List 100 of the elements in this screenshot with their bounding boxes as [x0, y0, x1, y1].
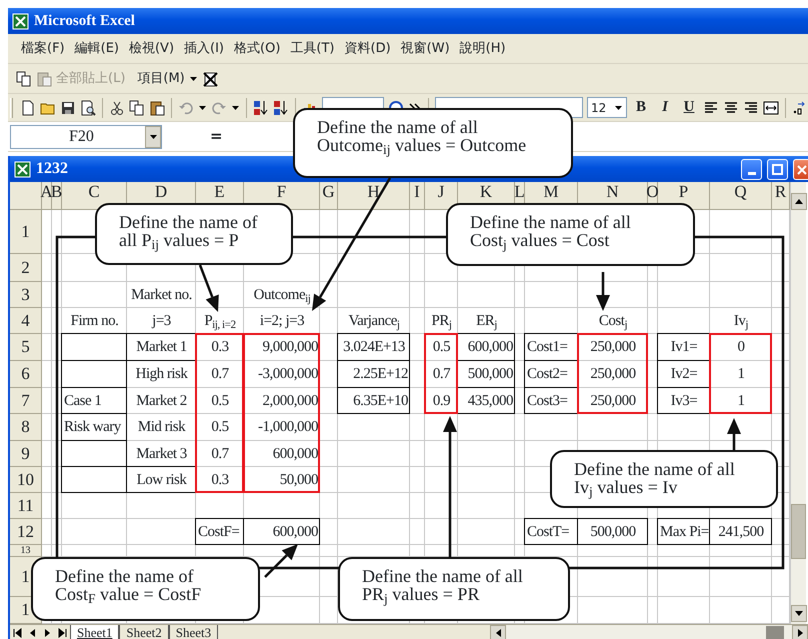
arrow: [264, 544, 298, 578]
cell-value: 250,000: [590, 365, 636, 384]
column-header[interactable]: G: [320, 182, 338, 210]
menu-item[interactable]: 插入(I): [179, 38, 230, 58]
column-header[interactable]: H: [338, 182, 410, 210]
scroll-thumb[interactable]: [791, 504, 806, 559]
cell-value: 500,000: [590, 522, 636, 542]
row-header[interactable]: 13: [10, 545, 42, 557]
scroll-right-button[interactable]: [792, 625, 808, 639]
align-center-icon[interactable]: [723, 100, 739, 116]
cell-value: CostF=: [198, 522, 240, 542]
cell-value: 6.35E+10: [353, 392, 408, 411]
paste-icon[interactable]: [149, 100, 165, 116]
cell-value: 250,000: [590, 392, 636, 411]
clear-clipboard-icon[interactable]: [202, 70, 218, 86]
cell-value: 3.024E+13: [343, 338, 405, 358]
column-header[interactable]: A: [42, 182, 52, 210]
minimize-button[interactable]: [741, 158, 762, 180]
copy-icon[interactable]: [16, 70, 32, 86]
cut-icon[interactable]: [109, 100, 125, 116]
close-button[interactable]: [793, 158, 808, 180]
menu-item[interactable]: 說明(H): [454, 38, 511, 58]
cell-value: 250,000: [590, 338, 636, 358]
cell-value: j=3: [152, 312, 171, 331]
row-header[interactable]: 3: [10, 282, 42, 308]
menu-item[interactable]: 編輯(E): [70, 38, 124, 58]
close-icon: [796, 164, 806, 174]
name-box[interactable]: F20: [10, 124, 162, 148]
menu-item[interactable]: 檢視(V): [124, 38, 180, 58]
print-preview-icon[interactable]: [80, 100, 96, 116]
cell-value: Cost1=: [527, 338, 568, 358]
menu-item[interactable]: 視窗(W): [396, 38, 455, 58]
italic-button[interactable]: I: [655, 97, 675, 118]
sort-descending-icon[interactable]: [273, 100, 289, 116]
scroll-left-button[interactable]: [490, 625, 506, 639]
save-icon[interactable]: [60, 100, 76, 116]
merge-center-icon[interactable]: [763, 100, 779, 116]
cell-value: 0.5: [211, 392, 229, 411]
copy-icon[interactable]: [129, 100, 145, 116]
row-header[interactable]: 1: [10, 210, 42, 254]
cell-value: Iv2=: [670, 365, 698, 384]
cell-value: Cost3=: [527, 392, 568, 411]
column-header[interactable]: B: [52, 182, 62, 210]
cell-value: Iv$_{j}$: [734, 312, 748, 332]
caret-icon[interactable]: [231, 104, 240, 112]
minimize-icon: [748, 172, 756, 174]
workbook-title: 1232: [36, 159, 69, 179]
row-header[interactable]: 7: [10, 388, 42, 414]
scroll-up-button[interactable]: [791, 193, 807, 210]
align-right-icon[interactable]: [743, 100, 759, 116]
menu-item[interactable]: 工具(T): [285, 38, 340, 58]
cell-value: 600,000: [272, 522, 318, 542]
column-header[interactable]: Q: [710, 182, 772, 210]
caret-icon[interactable]: [198, 104, 207, 112]
row-header[interactable]: 5: [10, 334, 42, 361]
column-header[interactable]: I: [410, 182, 425, 210]
sheet-tab[interactable]: Sheet2: [119, 625, 169, 639]
caret-icon: [148, 132, 158, 140]
row-header[interactable]: 9: [10, 441, 42, 467]
column-header[interactable]: J: [425, 182, 458, 210]
cell-value: 1: [738, 365, 744, 384]
cell-value: Market no.: [131, 286, 192, 305]
cell-value: Max Pi=: [660, 522, 709, 542]
row-header[interactable]: 4: [10, 308, 42, 334]
scroll-thumb[interactable]: [766, 626, 784, 639]
bold-button[interactable]: B: [631, 97, 651, 118]
row-header[interactable]: 11: [10, 493, 42, 519]
app-icon: [12, 12, 29, 30]
menu-item[interactable]: 資料(D): [340, 38, 396, 58]
right-arrow-icon: [796, 628, 804, 638]
menu-item[interactable]: 格式(O): [229, 38, 286, 58]
vertical-scrollbar[interactable]: [790, 182, 806, 624]
new-file-icon[interactable]: [20, 100, 36, 116]
row-header[interactable]: 12: [10, 519, 42, 545]
arrow: [596, 272, 610, 311]
horizontal-scrollbar[interactable]: [490, 625, 808, 639]
sheet-tab[interactable]: Sheet3: [168, 625, 218, 639]
row-header[interactable]: 6: [10, 361, 42, 388]
down-arrow-icon: [794, 609, 804, 618]
scroll-down-button[interactable]: [791, 605, 807, 622]
cell-value: 2,000,000: [262, 392, 318, 411]
maximize-button[interactable]: [767, 158, 788, 180]
callout-text: Define the name of Cost$_{F}$ value = CostF: [55, 567, 202, 603]
align-left-icon[interactable]: [703, 100, 719, 116]
sheet-tab[interactable]: Sheet1: [70, 625, 120, 639]
underline-button[interactable]: U: [679, 97, 699, 118]
cell-value: 0: [738, 338, 744, 358]
cell-value: Mid risk: [138, 418, 186, 438]
menu-item[interactable]: 檔案(F): [16, 38, 70, 58]
row-header[interactable]: 2: [10, 254, 42, 282]
first-sheet-icon: [13, 628, 22, 638]
column-header[interactable]: R: [772, 182, 790, 210]
column-header[interactable]: C: [62, 182, 127, 210]
cell-value: Firm no.: [70, 312, 118, 331]
row-header[interactable]: 10: [10, 467, 42, 493]
items-button[interactable]: 項目(M): [137, 68, 198, 88]
font-size-field[interactable]: 12: [587, 97, 627, 118]
cell-value: 0.7: [211, 365, 229, 384]
row-header[interactable]: 8: [10, 414, 42, 441]
sort-ascending-icon[interactable]: [253, 100, 269, 116]
